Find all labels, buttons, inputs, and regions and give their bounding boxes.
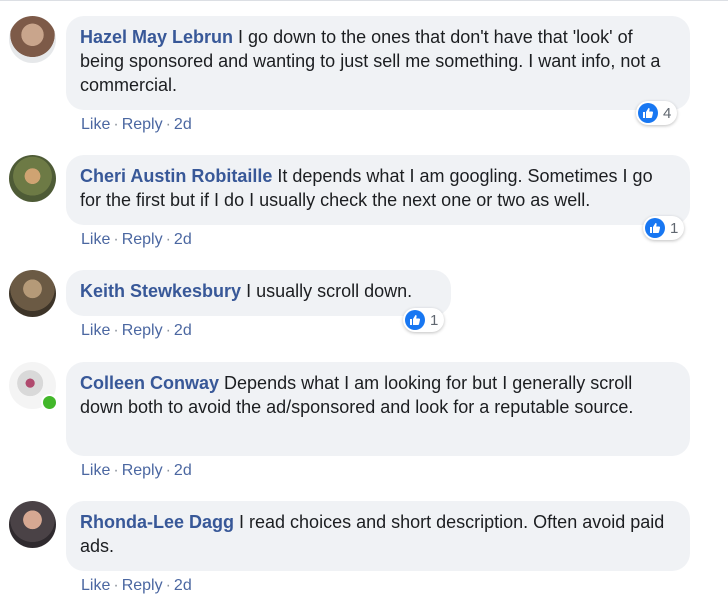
reply-link[interactable]: Reply — [122, 462, 163, 479]
separator: · — [165, 231, 171, 248]
avatar[interactable] — [9, 155, 56, 202]
comment-actions: Like · Reply · 2d — [81, 461, 192, 481]
comment-author[interactable]: Keith Stewkesbury — [80, 281, 241, 301]
thumbs-up-icon — [645, 218, 665, 238]
separator: · — [113, 577, 119, 594]
timestamp[interactable]: 2d — [174, 116, 192, 133]
reply-link[interactable]: Reply — [122, 322, 163, 339]
reply-link[interactable]: Reply — [122, 231, 163, 248]
like-link[interactable]: Like — [81, 231, 110, 248]
separator: · — [113, 231, 119, 248]
separator: · — [113, 462, 119, 479]
comment-actions: Like · Reply · 2d — [81, 115, 192, 135]
timestamp[interactable]: 2d — [174, 577, 192, 594]
separator: · — [165, 462, 171, 479]
top-divider — [0, 0, 728, 1]
comment-author[interactable]: Cheri Austin Robitaille — [80, 166, 272, 186]
reply-link[interactable]: Reply — [122, 116, 163, 133]
like-link[interactable]: Like — [81, 462, 110, 479]
separator: · — [165, 322, 171, 339]
comment-actions: Like · Reply · 2d — [81, 230, 192, 250]
reply-link[interactable]: Reply — [122, 577, 163, 594]
separator: · — [165, 577, 171, 594]
comment-text: I usually scroll down. — [241, 281, 413, 301]
timestamp[interactable]: 2d — [174, 322, 192, 339]
comment-bubble: Cheri Austin Robitaille It depends what … — [66, 155, 690, 225]
reaction-number: 1 — [430, 311, 439, 329]
like-link[interactable]: Like — [81, 322, 110, 339]
reaction-count[interactable]: 1 — [403, 308, 445, 332]
comment-author[interactable]: Rhonda-Lee Dagg — [80, 512, 234, 532]
avatar[interactable] — [9, 270, 56, 317]
avatar[interactable] — [9, 16, 56, 63]
timestamp[interactable]: 2d — [174, 231, 192, 248]
avatar[interactable] — [9, 501, 56, 548]
thumbs-up-icon — [638, 103, 658, 123]
comment-actions: Like · Reply · 2d — [81, 321, 192, 341]
thumbs-up-icon — [405, 310, 425, 330]
like-link[interactable]: Like — [81, 577, 110, 594]
reaction-number: 1 — [670, 219, 679, 237]
separator: · — [113, 116, 119, 133]
timestamp[interactable]: 2d — [174, 462, 192, 479]
like-link[interactable]: Like — [81, 116, 110, 133]
reaction-count[interactable]: 1 — [643, 216, 685, 240]
online-status-icon — [41, 394, 58, 411]
separator: · — [113, 322, 119, 339]
reaction-count[interactable]: 4 — [636, 101, 678, 125]
comment-bubble: Hazel May Lebrun I go down to the ones t… — [66, 16, 690, 110]
comment-author[interactable]: Colleen Conway — [80, 373, 219, 393]
comment-author[interactable]: Hazel May Lebrun — [80, 27, 233, 47]
reaction-number: 4 — [663, 104, 672, 122]
separator: · — [165, 116, 171, 133]
comment-bubble: Rhonda-Lee Dagg I read choices and short… — [66, 501, 690, 571]
comment-actions: Like · Reply · 2d — [81, 576, 192, 596]
comment-bubble: Keith Stewkesbury I usually scroll down. — [66, 270, 451, 316]
comment-bubble: Colleen Conway Depends what I am looking… — [66, 362, 690, 456]
